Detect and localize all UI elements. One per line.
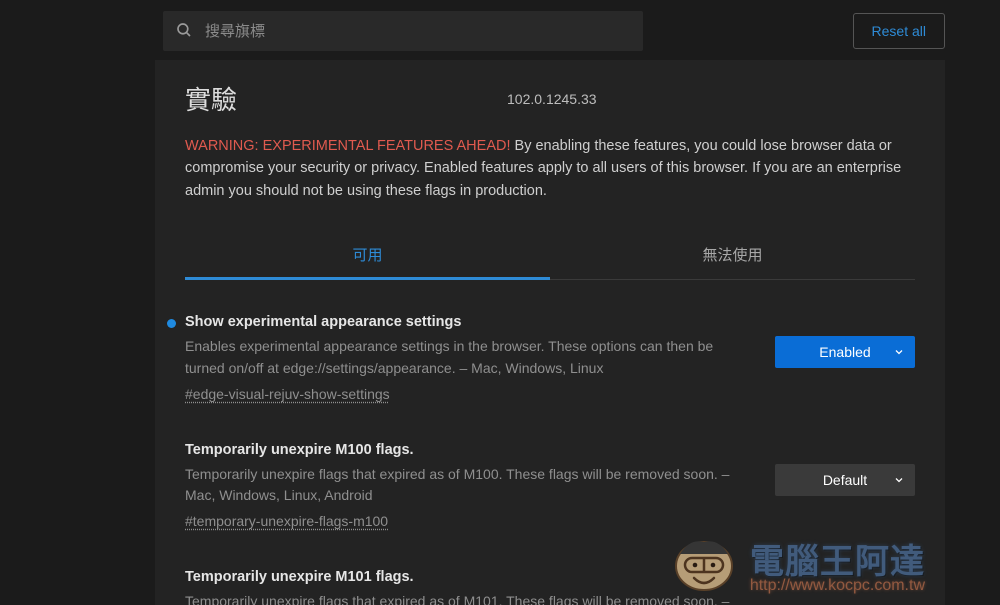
flag-title: Temporarily unexpire M100 flags. (185, 442, 755, 458)
content-area: 實驗 102.0.1245.33 WARNING: EXPERIMENTAL F… (155, 60, 945, 605)
flag-description: Enables experimental appearance settings… (185, 336, 755, 379)
flag-state-label: Default (823, 472, 867, 488)
flag-state-select[interactable]: Default (775, 464, 915, 496)
version-label: 102.0.1245.33 (507, 91, 597, 107)
flag-state-select[interactable]: Enabled (775, 336, 915, 368)
flag-text: Show experimental appearance settings En… (185, 314, 755, 401)
search-input[interactable] (205, 23, 631, 40)
flag-description: Temporarily unexpire flags that expired … (185, 464, 755, 507)
modified-dot-icon (167, 319, 176, 328)
flag-item: Show experimental appearance settings En… (185, 314, 915, 441)
top-bar: Reset all (155, 0, 945, 60)
flag-text: Temporarily unexpire M100 flags. Tempora… (185, 442, 755, 529)
flag-text: Temporarily unexpire M101 flags. Tempora… (185, 569, 915, 605)
flag-anchor-link[interactable]: #edge-visual-rejuv-show-settings (185, 386, 390, 402)
tab-bar: 可用 無法使用 (185, 230, 915, 280)
flag-title: Temporarily unexpire M101 flags. (185, 569, 915, 585)
flag-select-wrap: Enabled (775, 314, 915, 401)
flag-state-label: Enabled (819, 344, 870, 360)
page-frame: Reset all 實驗 102.0.1245.33 WARNING: EXPE… (0, 0, 1000, 605)
search-box[interactable] (163, 11, 643, 51)
flag-select-wrap: Default (775, 442, 915, 529)
flag-item: Temporarily unexpire M100 flags. Tempora… (185, 442, 915, 569)
page-title: 實驗 (185, 80, 237, 117)
tab-available[interactable]: 可用 (185, 230, 550, 279)
search-icon (175, 21, 193, 42)
flag-item: Temporarily unexpire M101 flags. Tempora… (185, 569, 915, 605)
flag-title: Show experimental appearance settings (185, 314, 755, 330)
tab-unavailable[interactable]: 無法使用 (550, 230, 915, 279)
flag-description: Temporarily unexpire flags that expired … (185, 591, 915, 605)
flags-list: Show experimental appearance settings En… (185, 314, 915, 605)
header-row: 實驗 102.0.1245.33 (185, 80, 915, 117)
warning-prefix: WARNING: EXPERIMENTAL FEATURES AHEAD! (185, 138, 511, 154)
flag-anchor-link[interactable]: #temporary-unexpire-flags-m100 (185, 513, 388, 529)
reset-all-button[interactable]: Reset all (853, 13, 945, 49)
warning-text: WARNING: EXPERIMENTAL FEATURES AHEAD! By… (185, 135, 915, 202)
